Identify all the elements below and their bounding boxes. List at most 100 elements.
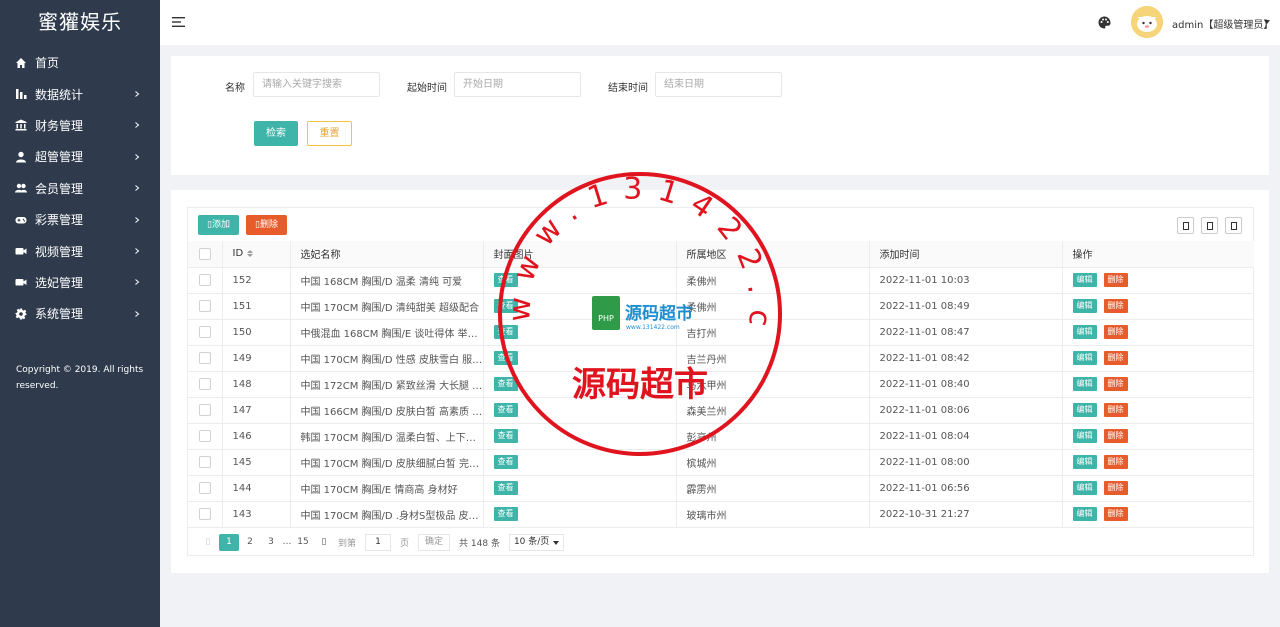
home-icon xyxy=(14,56,28,70)
sidebar-item-home[interactable]: 首页 xyxy=(0,47,160,78)
row-checkbox[interactable] xyxy=(198,378,211,390)
cell-region: 柔佛州 xyxy=(676,293,870,320)
cell-cover: 查看 xyxy=(483,319,677,346)
page-button-last[interactable]: 15 xyxy=(293,534,313,551)
cell-actions: 编辑 删除 xyxy=(1062,501,1254,528)
delete-row-button[interactable]: 删除 xyxy=(1103,299,1128,313)
video-icon xyxy=(14,244,28,258)
sidebar-item-lottery[interactable]: 彩票管理 xyxy=(0,204,160,235)
start-date-input[interactable]: 开始日期 xyxy=(454,72,581,97)
row-checkbox[interactable] xyxy=(198,456,211,468)
sidebar: 蜜獾娱乐 首页 数据统计 财务管理 超管管理 会员管理 彩票管理 视频管理 选妃… xyxy=(0,0,160,627)
goto-page-input[interactable]: 1 xyxy=(365,534,392,551)
row-select-cell xyxy=(188,501,223,528)
delete-row-button[interactable]: 删除 xyxy=(1103,507,1128,521)
chevron-right-icon xyxy=(133,153,141,161)
sidebar-item-members[interactable]: 会员管理 xyxy=(0,173,160,204)
page-ellipsis: … xyxy=(282,537,292,547)
view-cover-button[interactable]: 查看 xyxy=(493,455,518,469)
view-cover-button[interactable]: 查看 xyxy=(493,325,518,339)
columns-filter-button[interactable] xyxy=(1177,217,1194,234)
cell-region: 玻璃市州 xyxy=(676,501,870,528)
goto-confirm-button[interactable]: 确定 xyxy=(418,534,451,551)
sidebar-item-admins[interactable]: 超管管理 xyxy=(0,141,160,172)
column-header-label: ID xyxy=(232,248,244,260)
select-all-checkbox[interactable] xyxy=(198,247,211,260)
page-button-2[interactable]: 2 xyxy=(240,534,260,551)
avatar[interactable] xyxy=(1131,6,1163,38)
page-button-1[interactable]: 1 xyxy=(219,534,239,551)
edit-button[interactable]: 编辑 xyxy=(1072,273,1097,287)
edit-button[interactable]: 编辑 xyxy=(1072,507,1097,521)
edit-button[interactable]: 编辑 xyxy=(1072,455,1097,469)
delete-row-button[interactable]: 删除 xyxy=(1103,351,1128,365)
edit-button[interactable]: 编辑 xyxy=(1072,429,1097,443)
export-button[interactable] xyxy=(1201,217,1218,234)
caret-down-icon[interactable] xyxy=(1264,20,1270,24)
sidebar-item-selection[interactable]: 选妃管理 xyxy=(0,267,160,298)
delete-row-button[interactable]: 删除 xyxy=(1103,273,1128,287)
row-checkbox[interactable] xyxy=(198,508,211,520)
view-cover-button[interactable]: 查看 xyxy=(493,507,518,521)
delete-row-button[interactable]: 删除 xyxy=(1103,481,1128,495)
view-cover-button[interactable]: 查看 xyxy=(493,403,518,417)
cell-time: 2022-11-01 10:03 xyxy=(869,267,1063,294)
row-checkbox[interactable] xyxy=(198,274,211,286)
cell-time: 2022-11-01 08:04 xyxy=(869,423,1063,450)
row-checkbox[interactable] xyxy=(198,300,211,312)
column-header-id[interactable]: ID xyxy=(222,241,291,268)
menu-toggle-icon[interactable] xyxy=(172,16,186,28)
batch-delete-button[interactable]: ▯删除 xyxy=(246,215,287,235)
page-button-3[interactable]: 3 xyxy=(261,534,281,551)
sidebar-item-stats[interactable]: 数据统计 xyxy=(0,78,160,109)
edit-button[interactable]: 编辑 xyxy=(1072,403,1097,417)
view-cover-button[interactable]: 查看 xyxy=(493,377,518,391)
next-page-button[interactable]: ▯ xyxy=(314,534,334,551)
view-cover-button[interactable]: 查看 xyxy=(493,351,518,365)
delete-row-button[interactable]: 删除 xyxy=(1103,403,1128,417)
row-checkbox[interactable] xyxy=(198,326,211,338)
view-cover-button[interactable]: 查看 xyxy=(493,299,518,313)
name-search-input[interactable]: 请输入关键字搜索 xyxy=(253,72,380,97)
cell-name: 中国 172CM 胸围/D 紧致丝滑 大长腿 … xyxy=(290,371,484,398)
cell-time: 2022-11-01 08:00 xyxy=(869,449,1063,476)
edit-button[interactable]: 编辑 xyxy=(1072,299,1097,313)
view-cover-button[interactable]: 查看 xyxy=(493,429,518,443)
cell-id: 148 xyxy=(222,371,291,398)
print-button[interactable] xyxy=(1225,217,1242,234)
page-size-select[interactable]: 10 条/页 xyxy=(508,534,565,551)
prev-page-button[interactable]: ▯ xyxy=(198,534,218,551)
edit-button[interactable]: 编辑 xyxy=(1072,377,1097,391)
add-button[interactable]: ▯添加 xyxy=(198,215,239,235)
edit-button[interactable]: 编辑 xyxy=(1072,351,1097,365)
theme-palette-icon[interactable] xyxy=(1098,16,1111,29)
sidebar-item-label: 数据统计 xyxy=(35,87,84,102)
cell-name: 中国 170CM 胸围/D 清纯甜美 超级配合 xyxy=(290,293,484,320)
view-cover-button[interactable]: 查看 xyxy=(493,481,518,495)
end-date-input[interactable]: 结束日期 xyxy=(655,72,782,97)
edit-button[interactable]: 编辑 xyxy=(1072,481,1097,495)
sort-icon[interactable] xyxy=(247,249,254,257)
delete-row-button[interactable]: 删除 xyxy=(1103,455,1128,469)
view-cover-button[interactable]: 查看 xyxy=(493,273,518,287)
column-header-actions: 操作 xyxy=(1062,241,1254,268)
cell-cover: 查看 xyxy=(483,423,677,450)
row-checkbox[interactable] xyxy=(198,404,211,416)
search-button[interactable]: 检索 xyxy=(254,121,298,146)
row-checkbox[interactable] xyxy=(198,430,211,442)
edit-button[interactable]: 编辑 xyxy=(1072,325,1097,339)
cell-cover: 查看 xyxy=(483,371,677,398)
delete-row-button[interactable]: 删除 xyxy=(1103,377,1128,391)
row-checkbox[interactable] xyxy=(198,482,211,494)
sidebar-menu: 首页 数据统计 财务管理 超管管理 会员管理 彩票管理 视频管理 选妃管理 系统… xyxy=(0,47,160,330)
cell-region: 柔佛州 xyxy=(676,267,870,294)
sidebar-item-videos[interactable]: 视频管理 xyxy=(0,235,160,266)
user-menu-label[interactable]: admin【超级管理员】 xyxy=(1172,16,1273,31)
delete-row-button[interactable]: 删除 xyxy=(1103,429,1128,443)
reset-button[interactable]: 重置 xyxy=(307,121,352,146)
sidebar-item-finance[interactable]: 财务管理 xyxy=(0,110,160,141)
delete-row-button[interactable]: 删除 xyxy=(1103,325,1128,339)
row-checkbox[interactable] xyxy=(198,352,211,364)
sidebar-item-system[interactable]: 系统管理 xyxy=(0,298,160,329)
goto-label: 到第 xyxy=(338,539,357,549)
